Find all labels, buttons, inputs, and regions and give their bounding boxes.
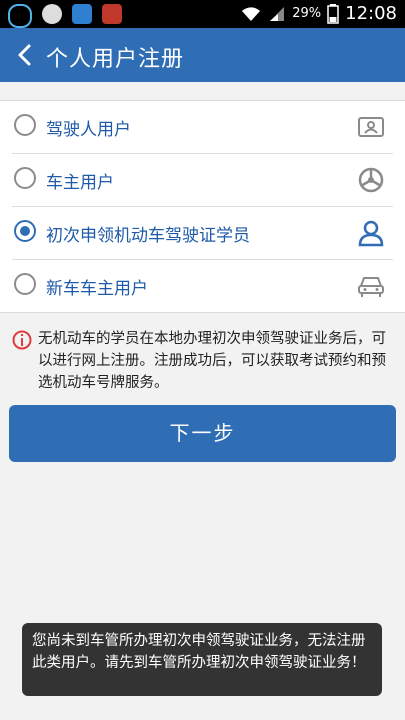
radio-new-car-owner[interactable] [14, 273, 36, 295]
option-label: 新车车主用户 [46, 279, 148, 299]
steering-wheel-icon [358, 167, 384, 193]
signal-icon [270, 6, 285, 21]
radio-first-license-student[interactable] [14, 220, 36, 242]
cloud-icon [8, 4, 32, 28]
radio-driver-user[interactable] [14, 114, 36, 136]
option-label: 驾驶人用户 [46, 120, 131, 140]
next-step-button[interactable]: 下一步 [9, 405, 396, 462]
wifi-icon [242, 6, 261, 21]
option-label: 初次申领机动车驾驶证学员 [46, 226, 250, 246]
option-driver-user[interactable]: 驾驶人用户 [12, 101, 393, 154]
status-bar: 29% 12:08 [0, 0, 405, 28]
status-right: 29% 12:08 [240, 3, 397, 24]
user-type-list: 驾驶人用户 车主用户 初次申领机动车驾驶证学员 新车车主用户 [0, 100, 405, 313]
notification-icons [8, 4, 122, 28]
wechat-icon [42, 4, 62, 24]
bull-icon [102, 4, 122, 24]
option-vehicle-owner[interactable]: 车主用户 [12, 154, 393, 207]
option-label: 车主用户 [46, 173, 114, 193]
back-arrow-icon[interactable] [12, 42, 38, 68]
title-bar: 个人用户注册 [0, 28, 405, 82]
notice: 无机动车的学员在本地办理初次申领驾驶证业务后，可以进行网上注册。注册成功后，可以… [12, 328, 392, 394]
info-icon [12, 330, 32, 350]
notice-text: 无机动车的学员在本地办理初次申领驾驶证业务后，可以进行网上注册。注册成功后，可以… [38, 331, 386, 391]
page-title: 个人用户注册 [46, 47, 185, 72]
person-icon [358, 220, 384, 247]
battery-percent: 29% [292, 6, 322, 21]
toast-message: 您尚未到车管所办理初次申领驾驶证业务，无法注册此类用户。请先到车管所办理初次申领… [22, 623, 382, 696]
battery-icon [327, 3, 339, 24]
option-new-car-owner[interactable]: 新车车主用户 [12, 260, 393, 312]
car-icon [358, 277, 384, 297]
radio-vehicle-owner[interactable] [14, 167, 36, 189]
option-first-license-student[interactable]: 初次申领机动车驾驶证学员 [12, 207, 393, 260]
clock: 12:08 [345, 3, 397, 24]
id-card-icon [358, 117, 384, 137]
bus-icon [72, 4, 92, 24]
